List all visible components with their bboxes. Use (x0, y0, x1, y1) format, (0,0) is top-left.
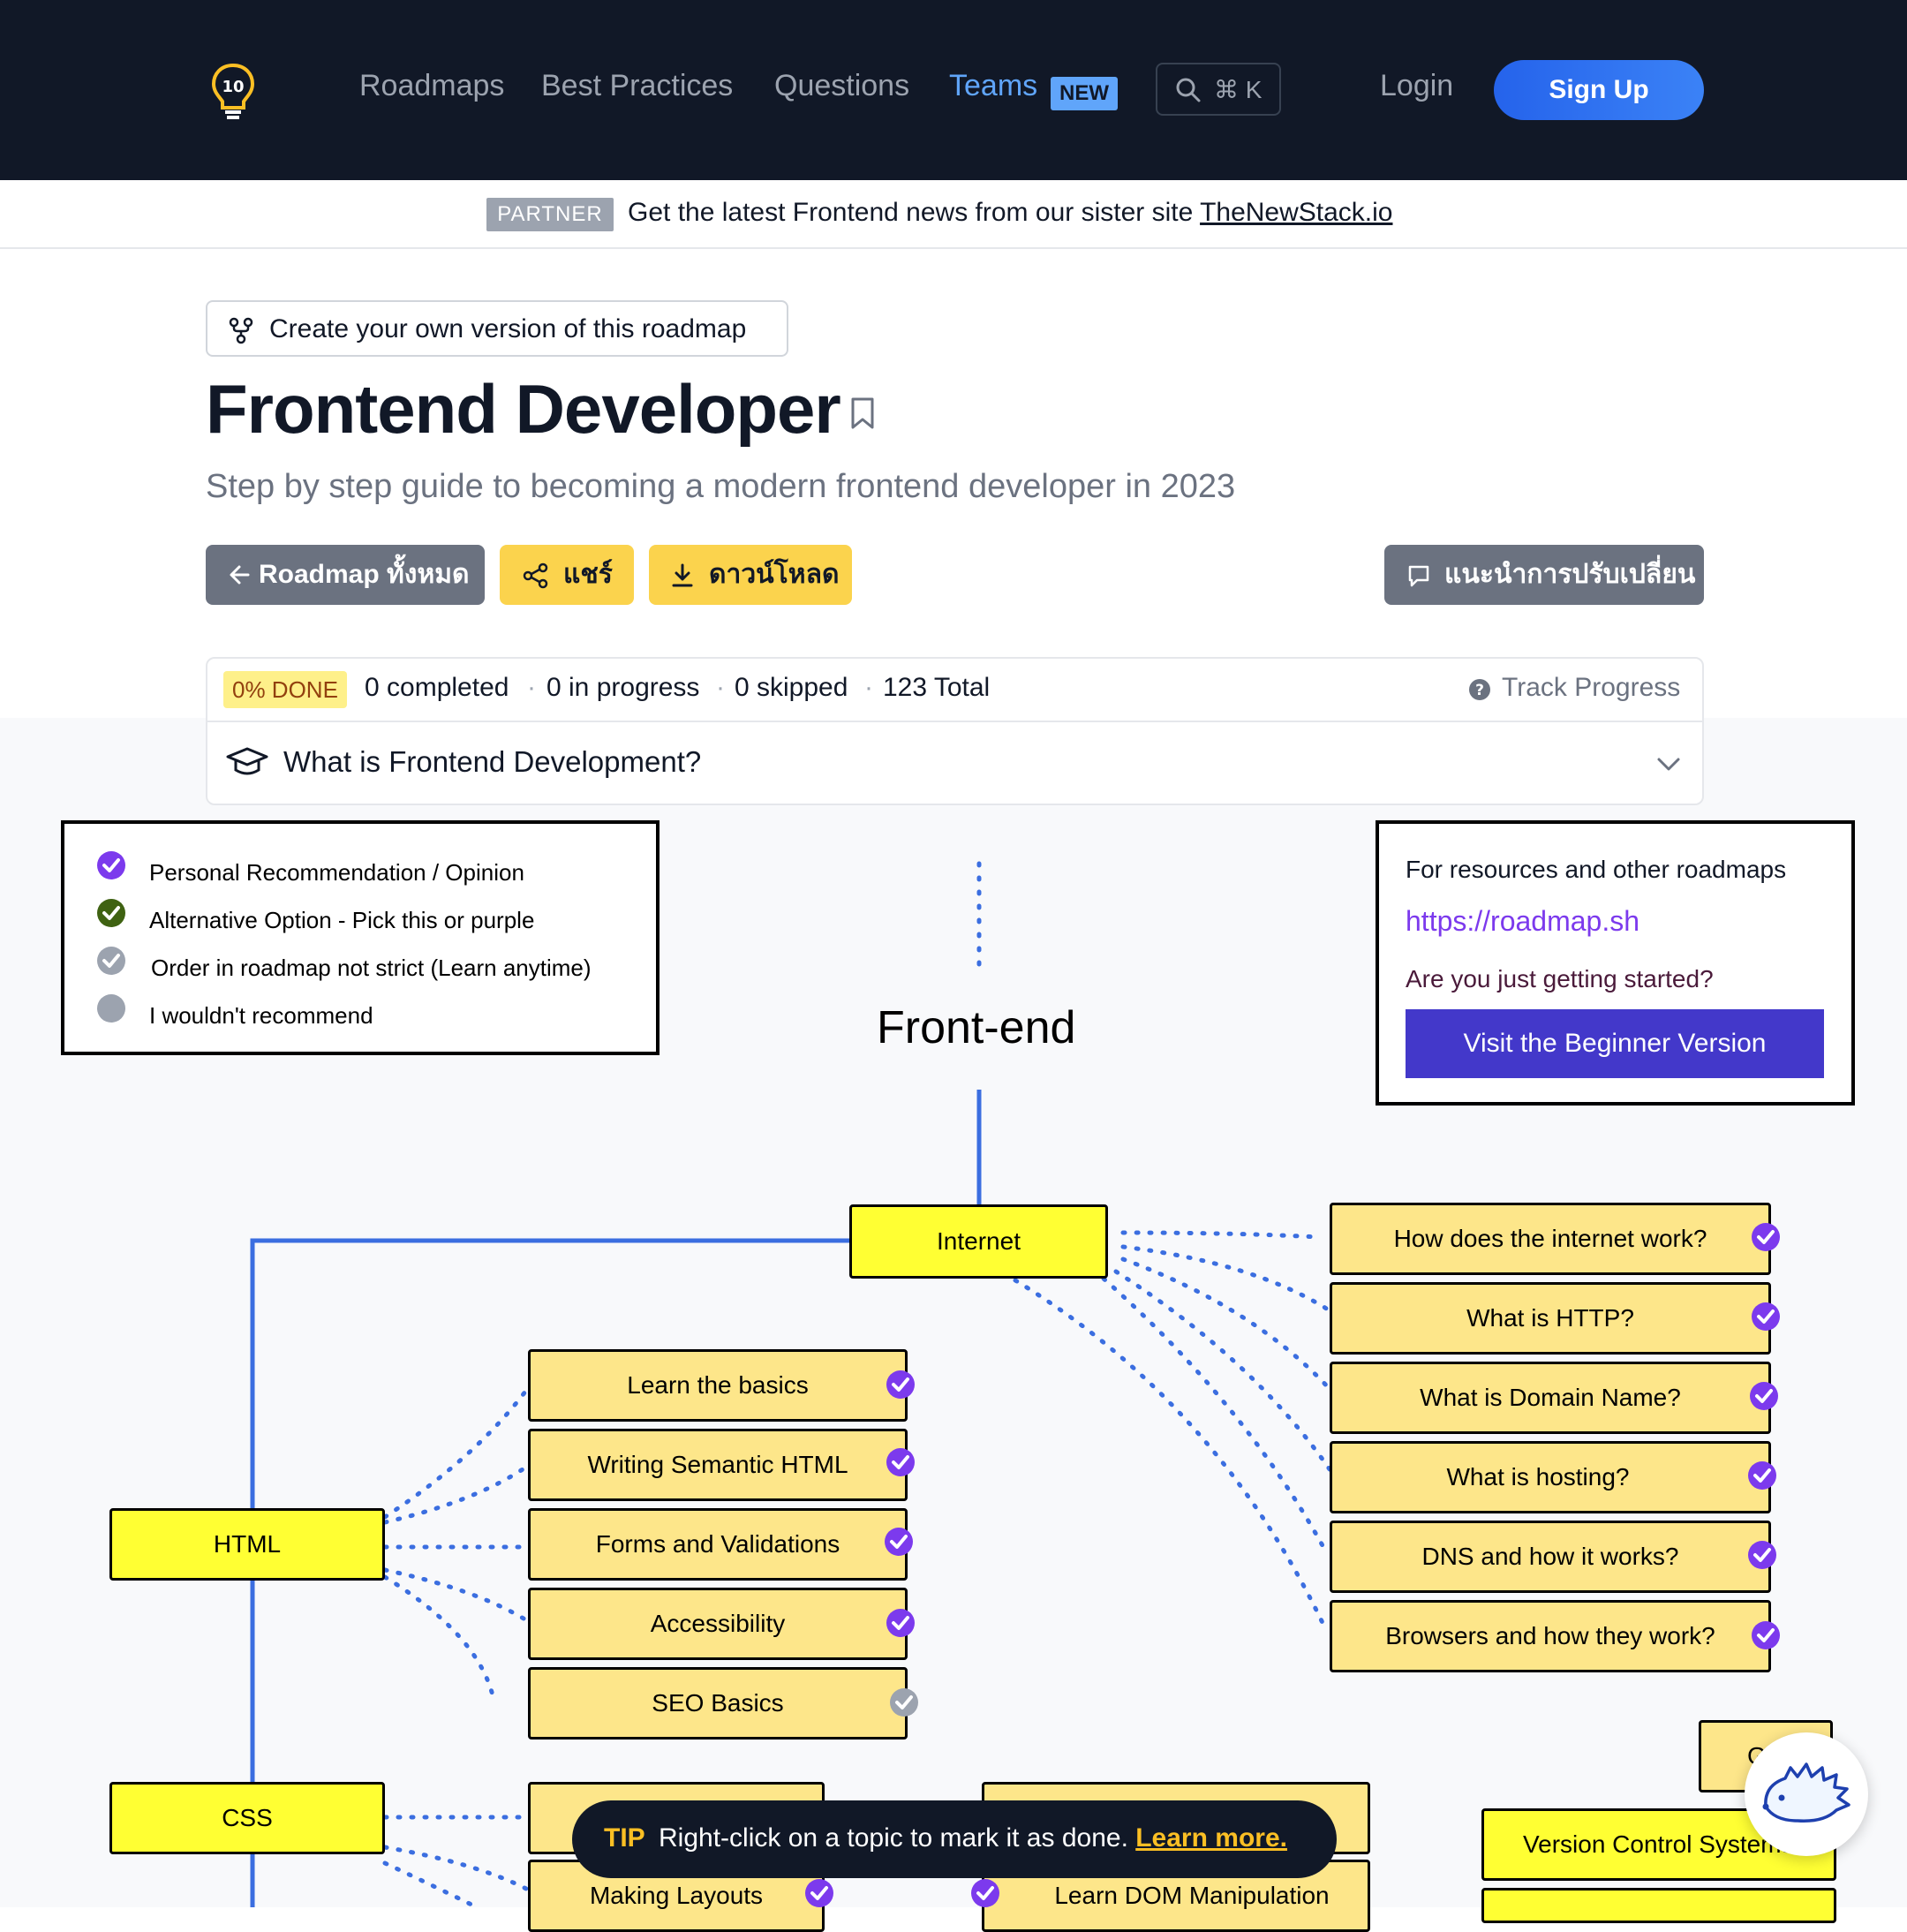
topic-node[interactable]: DNS and how it works? (1330, 1521, 1771, 1593)
beginner-version-button[interactable]: Visit the Beginner Version (1406, 1009, 1824, 1078)
legend-label: Personal Recommendation / Opinion (149, 859, 524, 886)
purple-check-icon (805, 1879, 833, 1907)
purple-check-icon (97, 851, 125, 879)
gray-dot-icon (97, 994, 125, 1023)
topic-node[interactable]: Accessibility (528, 1588, 908, 1660)
node-html[interactable]: HTML (109, 1508, 385, 1581)
getting-started-question: Are you just getting started? (1406, 965, 1714, 992)
green-check-icon (97, 899, 125, 927)
purple-check-icon (886, 1448, 915, 1476)
legend-label: Order in roadmap not strict (Learn anyti… (151, 955, 592, 981)
purple-check-icon (1748, 1541, 1776, 1569)
purple-check-icon (886, 1370, 915, 1399)
legend-label: Alternative Option - Pick this or purple (149, 907, 535, 933)
topic-node[interactable]: What is HTTP? (1330, 1282, 1771, 1355)
purple-check-icon (1752, 1302, 1780, 1331)
purple-check-icon (971, 1879, 999, 1907)
resources-title: For resources and other roadmaps (1406, 856, 1787, 883)
purple-check-icon (886, 1609, 915, 1637)
topic-node[interactable]: What is hosting? (1330, 1441, 1771, 1513)
topic-node[interactable]: Writing Semantic HTML (528, 1429, 908, 1501)
topic-node[interactable]: SEO Basics (528, 1667, 908, 1740)
topic-node[interactable]: Forms and Validations (528, 1508, 908, 1581)
node-next[interactable] (1481, 1888, 1836, 1923)
topic-node[interactable]: How does the internet work? (1330, 1203, 1771, 1275)
purple-check-icon (1752, 1223, 1780, 1251)
hedgehog-mascot-icon (1762, 1762, 1850, 1823)
tip-message: Right-click on a topic to mark it as don… (659, 1823, 1136, 1853)
tip-text: Right-click on a topic to mark it as don… (659, 1823, 1287, 1853)
tip-banner: TIP Right-click on a topic to mark it as… (572, 1800, 1337, 1878)
node-internet[interactable]: Internet (849, 1204, 1108, 1279)
resources-box: For resources and other roadmaps https:/… (1376, 820, 1855, 1106)
tip-label: TIP (604, 1823, 645, 1853)
roadmap-site-link[interactable]: https://roadmap.sh (1406, 905, 1639, 938)
chat-widget-button[interactable] (1745, 1732, 1868, 1856)
topic-node[interactable]: What is Domain Name? (1330, 1362, 1771, 1434)
gray-check-icon (97, 947, 125, 975)
topic-node[interactable]: Learn the basics (528, 1349, 908, 1422)
gray-check-icon (890, 1688, 918, 1717)
node-css[interactable]: CSS (109, 1782, 385, 1854)
purple-check-icon (885, 1528, 913, 1556)
roadmap-title: Front-end (877, 1002, 1076, 1053)
purple-check-icon (1748, 1461, 1776, 1490)
legend-label: I wouldn't recommend (149, 1002, 373, 1029)
legend-box: Personal Recommendation / Opinion Altern… (61, 820, 660, 1055)
topic-node[interactable]: Browsers and how they work? (1330, 1600, 1771, 1672)
purple-check-icon (1752, 1621, 1780, 1649)
tip-learn-more-link[interactable]: Learn more. (1135, 1823, 1287, 1853)
purple-check-icon (1750, 1382, 1778, 1410)
